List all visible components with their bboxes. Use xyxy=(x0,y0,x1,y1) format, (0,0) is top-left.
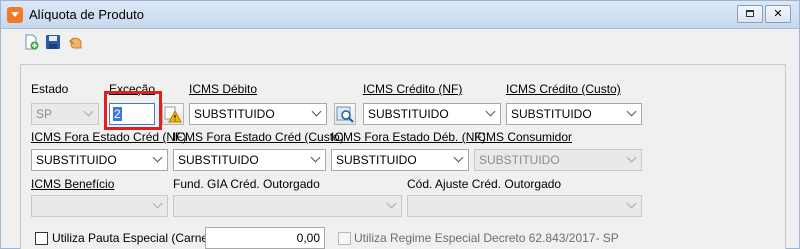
icms-fora-estado-cred-nf-select[interactable]: SUBSTITUIDO xyxy=(31,149,168,171)
icms-credito-nf-select[interactable]: SUBSTITUIDO xyxy=(363,103,501,125)
cod-ajuste-select[interactable] xyxy=(407,195,642,217)
icms-fora-estado-deb-nf-select[interactable]: SUBSTITUIDO xyxy=(331,149,469,171)
regime-especial-checkbox[interactable] xyxy=(338,232,351,245)
chevron-down-icon xyxy=(152,198,163,209)
title-bar: Alíquota de Produto ✕ xyxy=(1,1,799,29)
save-icon[interactable] xyxy=(45,34,61,50)
pauta-especial-input[interactable]: 0,00 xyxy=(205,227,325,249)
icms-consumidor-select[interactable]: SUBSTITUIDO xyxy=(474,149,642,171)
estado-value: SP xyxy=(36,107,53,121)
new-record-icon[interactable] xyxy=(23,34,39,50)
icms-beneficio-label: ICMS Benefício xyxy=(31,177,115,191)
restore-icon xyxy=(746,10,754,17)
restore-button[interactable] xyxy=(737,5,763,23)
close-icon: ✕ xyxy=(773,7,783,20)
pauta-especial-value: 0,00 xyxy=(296,231,320,245)
search-icon xyxy=(336,106,354,123)
icms-credito-custo-label: ICMS Crédito (Custo) xyxy=(506,82,621,96)
chevron-down-icon xyxy=(453,152,464,163)
icms-consumidor-label: ICMS Consumidor xyxy=(474,130,573,144)
icms-debito-label: ICMS Débito xyxy=(189,82,258,96)
pauta-especial-checkbox[interactable] xyxy=(35,232,48,245)
icms-credito-nf-label: ICMS Crédito (NF) xyxy=(363,82,463,96)
chevron-down-icon xyxy=(311,106,322,117)
chevron-down-icon xyxy=(310,152,321,163)
chevron-down-icon xyxy=(485,106,496,117)
fund-gia-select[interactable] xyxy=(173,195,402,217)
close-button[interactable]: ✕ xyxy=(765,5,791,23)
icms-credito-nf-value: SUBSTITUIDO xyxy=(368,107,449,121)
icms-fora-estado-cred-nf-label: ICMS Fora Estado Créd (NF) xyxy=(31,130,187,144)
excecao-warning-button[interactable] xyxy=(162,103,184,125)
icms-beneficio-select[interactable] xyxy=(31,195,168,217)
regime-especial-label: Utiliza Regime Especial Decreto 62.843/2… xyxy=(354,231,619,245)
cod-ajuste-label: Cód. Ajuste Créd. Outorgado xyxy=(407,177,562,191)
chevron-down-icon xyxy=(152,152,163,163)
pauta-especial-label: Utiliza Pauta Especial (Carnes) xyxy=(52,231,219,245)
search-button[interactable] xyxy=(334,103,356,125)
estado-select[interactable]: SP xyxy=(31,103,99,125)
icms-fora-estado-deb-nf-label: ICMS Fora Estado Déb. (NF) xyxy=(331,130,486,144)
fund-gia-label: Fund. GIA Créd. Outorgado xyxy=(173,177,320,191)
icms-debito-value: SUBSTITUIDO xyxy=(194,107,275,121)
chevron-down-icon xyxy=(626,198,637,209)
icms-consumidor-value: SUBSTITUIDO xyxy=(479,153,560,167)
icms-fora-estado-cred-nf-value: SUBSTITUIDO xyxy=(36,153,117,167)
highlight-box xyxy=(104,91,162,130)
icms-debito-select[interactable]: SUBSTITUIDO xyxy=(189,103,327,125)
icms-credito-custo-select[interactable]: SUBSTITUIDO xyxy=(506,103,642,125)
chevron-down-icon xyxy=(83,106,94,117)
window-title: Alíquota de Produto xyxy=(29,7,144,22)
icms-fora-estado-deb-nf-value: SUBSTITUIDO xyxy=(336,153,417,167)
app-icon xyxy=(7,7,23,23)
warning-icon xyxy=(164,106,182,123)
icms-fora-estado-cred-custo-label: ICMS Fora Estado Créd (Custo) xyxy=(173,130,344,144)
chevron-down-icon xyxy=(626,152,637,163)
icms-fora-estado-cred-custo-value: SUBSTITUIDO xyxy=(178,153,259,167)
app-window: Alíquota de Produto ✕ Estado Exceção ICM… xyxy=(0,0,800,249)
undo-icon[interactable] xyxy=(68,34,84,50)
chevron-down-icon xyxy=(386,198,397,209)
chevron-down-icon xyxy=(626,106,637,117)
icms-fora-estado-cred-custo-select[interactable]: SUBSTITUIDO xyxy=(173,149,326,171)
estado-label: Estado xyxy=(31,82,69,96)
icms-credito-custo-value: SUBSTITUIDO xyxy=(511,107,592,121)
